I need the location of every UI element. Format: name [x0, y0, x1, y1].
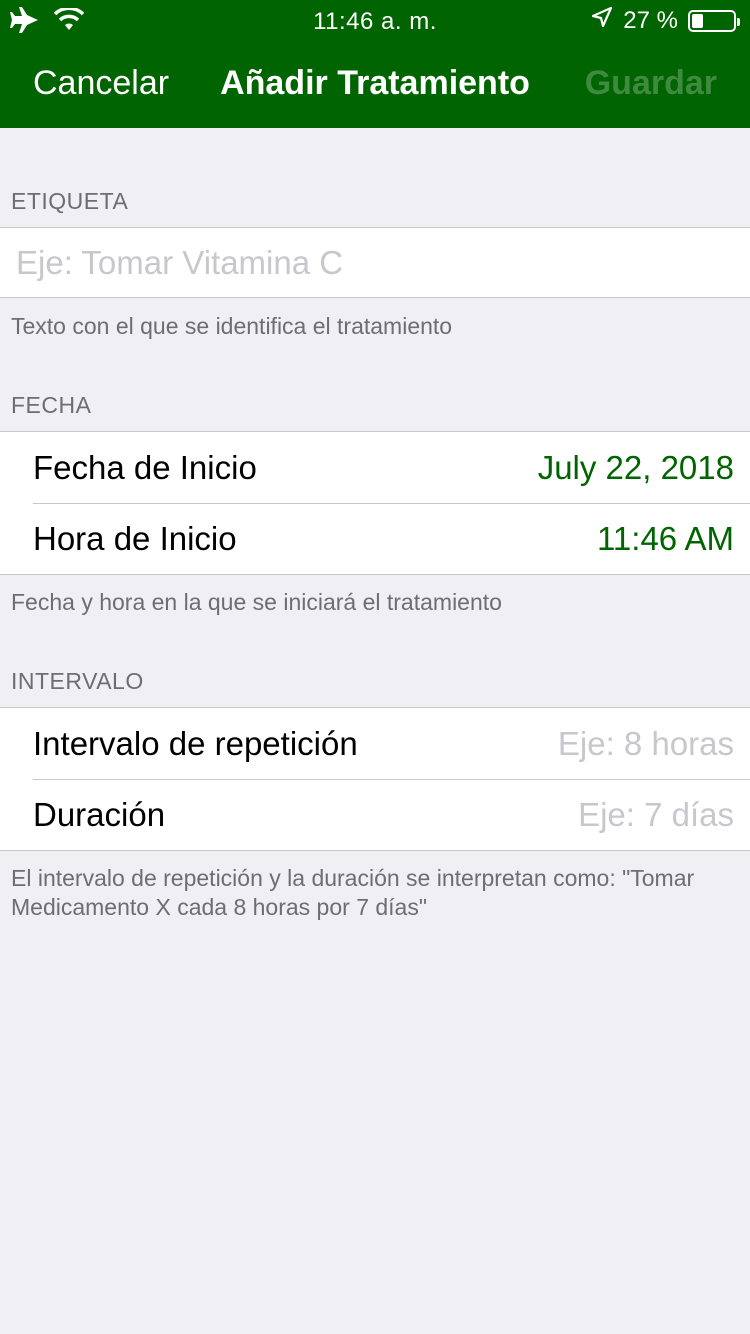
duration-row[interactable]: Duración Eje: 7 días [0, 779, 750, 850]
section-header-intervalo: INTERVALO [11, 668, 144, 694]
start-time-row[interactable]: Hora de Inicio 11:46 AM [0, 503, 750, 574]
status-bar: 11:46 a. m. 27 % [0, 0, 750, 40]
start-date-value[interactable]: July 22, 2018 [538, 449, 734, 487]
label-input[interactable] [0, 228, 750, 297]
navigation-bar: 11:46 a. m. 27 % Cancelar Añadir Tratami… [0, 0, 750, 128]
location-arrow-icon [591, 6, 613, 35]
label-group [0, 227, 750, 298]
start-date-label: Fecha de Inicio [33, 448, 257, 486]
section-footer-etiqueta: Texto con el que se identifica el tratam… [11, 313, 453, 339]
start-time-label: Hora de Inicio [33, 519, 237, 557]
date-group: Fecha de Inicio July 22, 2018 Hora de In… [0, 431, 750, 575]
section-footer-intervalo: El intervalo de repetición y la duración… [11, 865, 695, 920]
battery-percent: 27 % [623, 6, 678, 34]
nav-content: Cancelar Añadir Tratamiento Guardar [0, 58, 750, 112]
section-footer-fecha: Fecha y hora en la que se iniciará el tr… [11, 589, 502, 615]
status-right: 27 % [591, 6, 740, 35]
repeat-interval-field[interactable]: Eje: 8 horas [558, 725, 734, 763]
save-button[interactable]: Guardar [585, 64, 717, 103]
interval-group: Intervalo de repetición Eje: 8 horas Dur… [0, 707, 750, 851]
section-header-etiqueta: ETIQUETA [11, 188, 129, 214]
section-header-fecha: FECHA [11, 392, 92, 418]
duration-label: Duración [33, 795, 166, 833]
battery-level [692, 13, 703, 28]
battery-icon [688, 9, 740, 32]
repeat-interval-label: Intervalo de repetición [33, 724, 358, 762]
start-date-row[interactable]: Fecha de Inicio July 22, 2018 [0, 432, 750, 503]
duration-field[interactable]: Eje: 7 días [578, 796, 734, 834]
start-time-value[interactable]: 11:46 AM [597, 520, 734, 558]
repeat-interval-row[interactable]: Intervalo de repetición Eje: 8 horas [0, 708, 750, 779]
